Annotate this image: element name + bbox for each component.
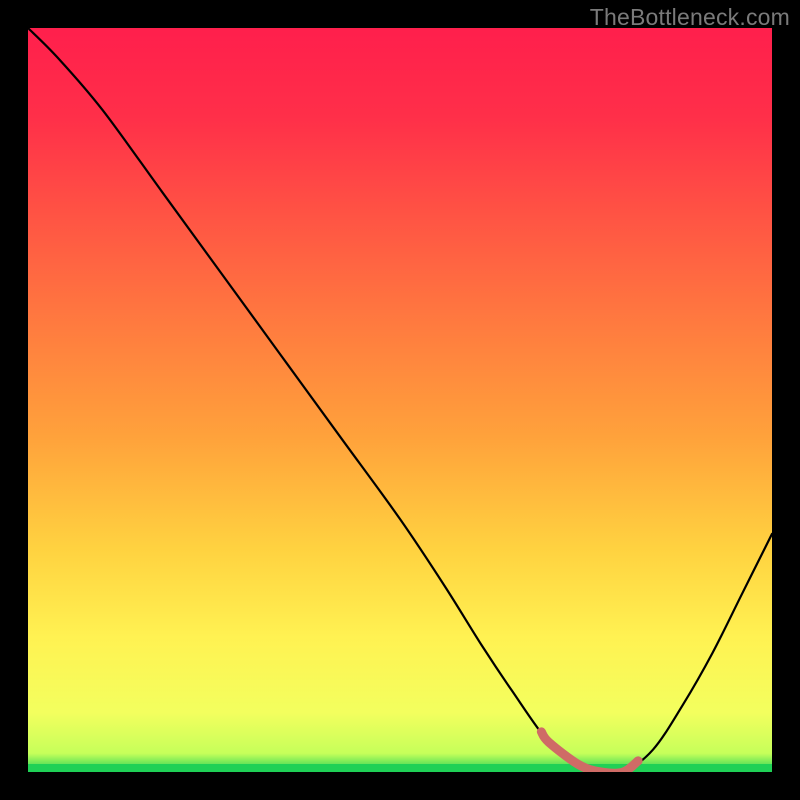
plot-area: [28, 28, 772, 772]
bottleneck-plot: [28, 28, 772, 772]
chart-frame: TheBottleneck.com: [0, 0, 800, 800]
gradient-field: [28, 28, 772, 772]
optimum-band: [28, 764, 772, 772]
watermark-text: TheBottleneck.com: [590, 4, 790, 31]
